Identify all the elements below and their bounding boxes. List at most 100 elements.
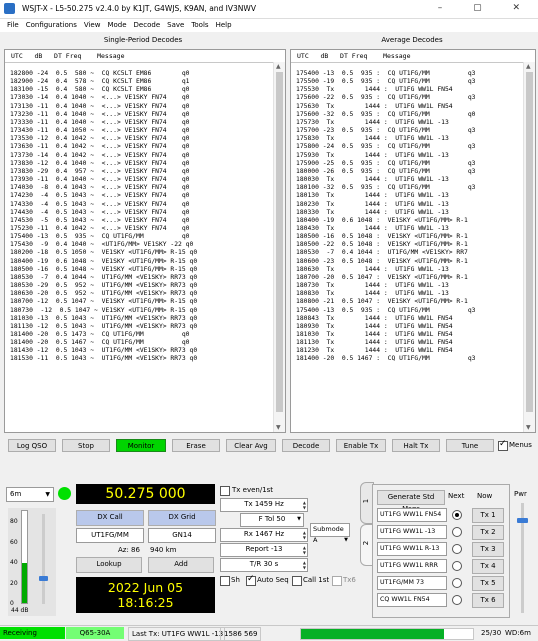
clear-avg-button[interactable]: Clear Avg — [226, 439, 276, 452]
monitor-button[interactable]: Monitor — [116, 439, 166, 452]
decode-line[interactable]: 180500 -22 0.5 1048 : VE1SKY <UT1FG/MM> … — [296, 241, 523, 249]
decode-line[interactable]: 180230 Tx 1444 : UT1FG WW1L -13 — [296, 201, 523, 209]
decode-line[interactable]: 180500 -16 0.5 1048 : VE1SKY <UT1FG/MM> … — [296, 233, 523, 241]
decode-line[interactable]: 175400 -13 0.5 935 : CQ UT1FG/MM q3 — [296, 307, 523, 315]
decode-line[interactable]: 175400 -13 0.5 935 ~ CQ UT1FG/MM q0 — [10, 233, 273, 241]
decode-line[interactable]: 173630 -11 0.4 1042 ~ <...> VE1SKY FN74 … — [10, 143, 273, 151]
halt-tx-button[interactable]: Halt Tx — [392, 439, 440, 452]
f-tol-select[interactable]: F Tol 50 ▼ — [240, 513, 304, 527]
menus-checkbox[interactable]: ✓ — [498, 439, 508, 451]
erase-button[interactable]: Erase — [172, 439, 220, 452]
menu-mode[interactable]: Mode — [107, 21, 126, 29]
power-slider-handle[interactable] — [517, 518, 528, 523]
dx-grid-button[interactable]: DX Grid — [148, 510, 216, 526]
decode-line[interactable]: 181130 -12 0.5 1043 ~ UT1FG/MM <VE1SKY> … — [10, 323, 273, 331]
tx4-next-radio[interactable] — [452, 561, 462, 571]
tx5-now-button[interactable]: Tx 5 — [472, 576, 504, 591]
decode-button[interactable]: Decode — [282, 439, 330, 452]
decode-line[interactable]: 173830 -29 0.4 957 ~ <...> VE1SKY FN74 q… — [10, 168, 273, 176]
decode-line[interactable]: 180400 -19 0.6 1048 : VE1SKY <UT1FG/MM> … — [296, 217, 523, 225]
tx1-message-input[interactable]: UT1FG WW1L FN54 — [377, 508, 447, 522]
decode-line[interactable]: 180100 -32 0.5 935 : CQ UT1FG/MM q3 — [296, 184, 523, 192]
decode-line[interactable]: 175600 -32 0.5 935 : CQ UT1FG/MM q0 — [296, 111, 523, 119]
decode-line[interactable]: 180530 -7 0.4 1044 : UT1FG/MM <VE1SKY> R… — [296, 249, 523, 257]
generate-std-msgs-button[interactable]: Generate Std Msgs — [377, 490, 445, 513]
decode-line[interactable]: 180400 -19 0.6 1048 ~ VE1SKY <UT1FG/MM> … — [10, 258, 273, 266]
scroll-up-icon[interactable]: ▲ — [276, 63, 281, 70]
decode-line[interactable]: 181400 -20 0.5 1467 ~ CQ UT1FG/MM q0 — [10, 339, 273, 347]
auto-seq-checkbox[interactable]: ✓ — [246, 574, 256, 586]
decode-line[interactable]: 173430 -11 0.4 1050 ~ <...> VE1SKY FN74 … — [10, 127, 273, 135]
spin-arrows-icon[interactable]: ▲ ▼ — [303, 500, 306, 510]
decode-line[interactable]: 180430 Tx 1444 : UT1FG WW1L -13 — [296, 225, 523, 233]
decode-line[interactable]: 175800 -24 0.5 935 : CQ UT1FG/MM q3 — [296, 143, 523, 151]
decode-line[interactable]: 180030 Tx 1444 : UT1FG WW1L -13 — [296, 176, 523, 184]
submode-select[interactable]: Submode A ▼ — [310, 523, 350, 544]
decode-line[interactable]: 173930 -11 0.4 1040 ~ <...> VE1SKY FN74 … — [10, 176, 273, 184]
average-decodes-panel[interactable]: UTC dB DT Freq Message 175400 -13 0.5 93… — [290, 49, 536, 433]
decode-line[interactable]: 173230 -11 0.4 1040 ~ <...> VE1SKY FN74 … — [10, 111, 273, 119]
tx3-now-button[interactable]: Tx 3 — [472, 542, 504, 557]
menu-save[interactable]: Save — [167, 21, 184, 29]
tx2-message-input[interactable]: UT1FG WW1L -13 — [377, 525, 447, 539]
power-slider-track[interactable] — [517, 503, 528, 613]
sh-checkbox[interactable] — [220, 576, 230, 586]
decode-line[interactable]: 180600 -23 0.5 1048 : VE1SKY <UT1FG/MM> … — [296, 258, 523, 266]
decode-line[interactable]: 180730 Tx 1444 : UT1FG WW1L -13 — [296, 282, 523, 290]
tx4-message-input[interactable]: UT1FG WW1L RRR — [377, 559, 447, 573]
menu-tools[interactable]: Tools — [191, 21, 208, 29]
band-select[interactable]: 6m ▼ — [6, 487, 54, 502]
decode-line[interactable]: 174230 -4 0.5 1043 ~ <...> VE1SKY FN74 q… — [10, 192, 273, 200]
spin-arrows-icon[interactable]: ▲ ▼ — [303, 560, 306, 570]
decode-line[interactable]: 175530 Tx 1444 : UT1FG WW1L FN54 — [296, 86, 523, 94]
tx4-now-button[interactable]: Tx 4 — [472, 559, 504, 574]
tx1-next-radio[interactable] — [452, 510, 462, 520]
decode-line[interactable]: 180730 -12 0.5 1047 ~ VE1SKY <UT1FG/MM> … — [10, 307, 273, 315]
dx-call-input[interactable]: UT1FG/MM — [76, 528, 144, 543]
decode-line[interactable]: 174530 -5 0.5 1043 ~ <...> VE1SKY FN74 q… — [10, 217, 273, 225]
decode-line[interactable]: 181030 Tx 1444 : UT1FG WW1L FN54 — [296, 331, 523, 339]
tx3-next-radio[interactable] — [452, 544, 462, 554]
add-button[interactable]: Add — [148, 557, 214, 573]
tune-button[interactable]: Tune — [446, 439, 494, 452]
menu-decode[interactable]: Decode — [134, 21, 161, 29]
decode-line[interactable]: 180200 -18 0.5 1050 ~ VE1SKY <UT1FG/MM> … — [10, 249, 273, 257]
decode-line[interactable]: 180700 -20 0.5 1047 : VE1SKY <UT1FG/MM> … — [296, 274, 523, 282]
decode-line[interactable]: 180330 Tx 1444 : UT1FG WW1L -13 — [296, 209, 523, 217]
decode-line[interactable]: 182800 -24 0.5 580 ~ CQ KC5LT EM86 q0 — [10, 70, 273, 78]
decode-line[interactable]: 180500 -16 0.5 1048 ~ VE1SKY <UT1FG/MM> … — [10, 266, 273, 274]
decode-line[interactable]: 181130 Tx 1444 : UT1FG WW1L FN54 — [296, 339, 523, 347]
menu-configurations[interactable]: Configurations — [26, 21, 77, 29]
tx2-now-button[interactable]: Tx 2 — [472, 525, 504, 540]
tx6-message-input[interactable]: CQ WW1L FN54 — [377, 593, 447, 607]
decode-line[interactable]: 175230 -11 0.4 1042 ~ <...> VE1SKY FN74 … — [10, 225, 273, 233]
decode-line[interactable]: 181230 Tx 1444 : UT1FG WW1L FN54 — [296, 347, 523, 355]
decode-line[interactable]: 180530 -7 0.4 1044 ~ UT1FG/MM <VE1SKY> R… — [10, 274, 273, 282]
decode-line[interactable]: 175630 Tx 1444 : UT1FG WW1L FN54 — [296, 103, 523, 111]
spin-arrows-icon[interactable]: ▲ ▼ — [303, 530, 306, 540]
average-scrollbar[interactable]: ▲ ▼ — [523, 62, 535, 432]
decode-line[interactable]: 175900 -25 0.5 935 : CQ UT1FG/MM q3 — [296, 160, 523, 168]
decode-line[interactable]: 174430 -4 0.5 1043 ~ <...> VE1SKY FN74 q… — [10, 209, 273, 217]
tx6-now-button[interactable]: Tx 6 — [472, 593, 504, 608]
tx-freq-spinbox[interactable]: Tx 1459 Hz ▲ ▼ — [220, 498, 308, 512]
decode-line[interactable]: 173730 -14 0.4 1042 ~ <...> VE1SKY FN74 … — [10, 152, 273, 160]
scroll-down-icon[interactable]: ▼ — [276, 424, 281, 431]
decode-line[interactable]: 181530 -11 0.5 1043 ~ UT1FG/MM <VE1SKY> … — [10, 355, 273, 363]
decode-line[interactable]: 173130 -11 0.4 1040 ~ <...> VE1SKY FN74 … — [10, 103, 273, 111]
decode-line[interactable]: 175700 -23 0.5 935 : CQ UT1FG/MM q3 — [296, 127, 523, 135]
tx6-checkbox[interactable] — [332, 576, 342, 586]
scroll-thumb[interactable] — [276, 72, 283, 412]
decode-line[interactable]: 173330 -11 0.4 1040 ~ <...> VE1SKY FN74 … — [10, 119, 273, 127]
rx-freq-spinbox[interactable]: Rx 1467 Hz ▲ ▼ — [220, 528, 308, 542]
single-period-decodes-panel[interactable]: UTC dB DT Freq Message 182800 -24 0.5 58… — [4, 49, 286, 433]
decode-line[interactable]: 173530 -12 0.4 1042 ~ <...> VE1SKY FN74 … — [10, 135, 273, 143]
decode-line[interactable]: 181030 -13 0.5 1043 ~ UT1FG/MM <VE1SKY> … — [10, 315, 273, 323]
decode-line[interactable]: 180843 Tx 1444 : UT1FG WW1L FN54 — [296, 315, 523, 323]
dx-grid-input[interactable]: GN14 — [148, 528, 216, 543]
scroll-up-icon[interactable]: ▲ — [526, 63, 531, 70]
decode-line[interactable]: 180700 -12 0.5 1047 ~ VE1SKY <UT1FG/MM> … — [10, 298, 273, 306]
decode-line[interactable]: 180630 -20 0.5 952 ~ UT1FG/MM <VE1SKY> R… — [10, 290, 273, 298]
decode-line[interactable]: 174330 -4 0.5 1043 ~ <...> VE1SKY FN74 q… — [10, 201, 273, 209]
decode-line[interactable]: 175730 Tx 1444 : UT1FG WW1L -13 — [296, 119, 523, 127]
